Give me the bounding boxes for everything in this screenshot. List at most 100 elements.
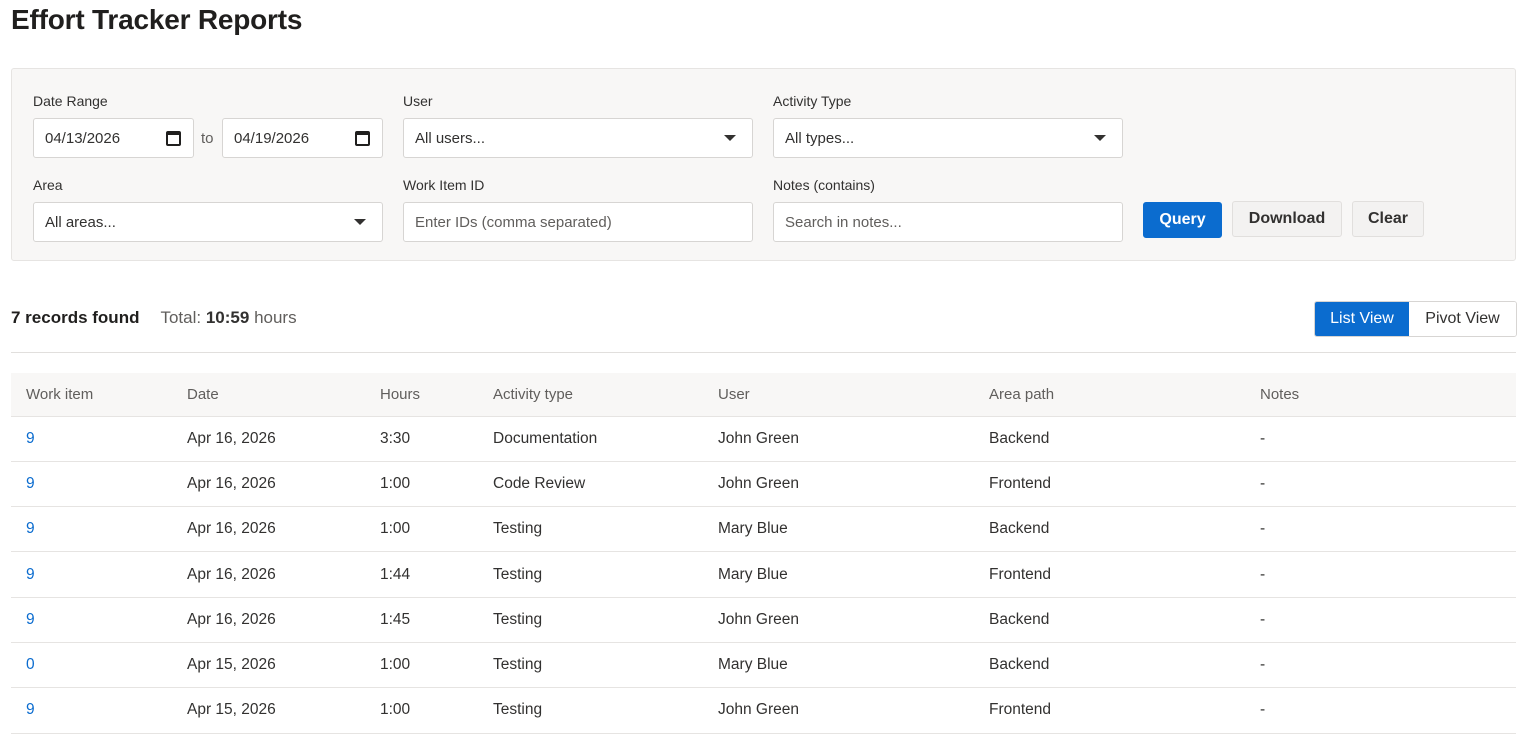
user-cell: Mary Blue xyxy=(703,642,974,689)
notes-cell: - xyxy=(1245,597,1516,643)
area-path-cell: Backend xyxy=(974,642,1245,689)
date-cell: Apr 16, 2026 xyxy=(172,597,365,643)
activity-type-select[interactable]: All types... xyxy=(773,118,1123,158)
download-button[interactable]: Download xyxy=(1232,201,1342,237)
notes-search-placeholder: Search in notes... xyxy=(785,213,902,231)
notes-search-input[interactable]: Search in notes... xyxy=(773,202,1123,242)
column-header[interactable]: Date xyxy=(172,373,365,417)
date-cell: Apr 16, 2026 xyxy=(172,461,365,508)
area-path-cell: Frontend xyxy=(974,687,1245,734)
column-header[interactable]: Hours xyxy=(365,373,478,417)
date-cell: Apr 16, 2026 xyxy=(172,551,365,598)
area-path-cell: Frontend xyxy=(974,551,1245,598)
work-item-link[interactable]: 9 xyxy=(11,551,172,598)
activity-type-select-value: All types... xyxy=(785,129,855,147)
date-range-separator: to xyxy=(201,130,214,147)
notes-cell: - xyxy=(1245,687,1516,734)
table-row: 9 Apr 15, 2026 1:00 Testing John Green F… xyxy=(11,687,1516,734)
area-select-value: All areas... xyxy=(45,213,116,231)
hours-cell: 1:45 xyxy=(365,597,478,643)
column-header[interactable]: Activity type xyxy=(478,373,703,417)
query-button[interactable]: Query xyxy=(1143,202,1222,238)
table-row: 9 Apr 16, 2026 1:00 Code Review John Gre… xyxy=(11,461,1516,508)
work-item-link[interactable]: 9 xyxy=(11,461,172,508)
date-cell: Apr 15, 2026 xyxy=(172,687,365,734)
activity-type-cell: Documentation xyxy=(478,416,703,462)
column-header[interactable]: Work item xyxy=(11,373,172,417)
activity-type-cell: Testing xyxy=(478,597,703,643)
table-row: 0 Apr 15, 2026 1:00 Testing Mary Blue Ba… xyxy=(11,642,1516,689)
work-item-link[interactable]: 9 xyxy=(11,687,172,734)
user-cell: Mary Blue xyxy=(703,551,974,598)
divider xyxy=(11,352,1516,353)
chevron-down-icon xyxy=(1094,135,1106,141)
table-header-row: Work item Date Hours Activity type User … xyxy=(11,373,1516,417)
area-label: Area xyxy=(33,177,63,193)
area-path-cell: Backend xyxy=(974,597,1245,643)
area-path-cell: Backend xyxy=(974,416,1245,462)
work-item-link[interactable]: 9 xyxy=(11,416,172,462)
table-row: 9 Apr 16, 2026 1:44 Testing Mary Blue Fr… xyxy=(11,551,1516,598)
user-label: User xyxy=(403,93,433,109)
area-select[interactable]: All areas... xyxy=(33,202,383,242)
hours-cell: 3:30 xyxy=(365,416,478,462)
filter-panel: Date Range 04/13/2026 to 04/19/2026 User… xyxy=(11,68,1516,261)
activity-type-label: Activity Type xyxy=(773,93,852,109)
results-summary: 7 records found Total: 10:59 hours xyxy=(11,308,297,328)
work-item-link[interactable]: 9 xyxy=(11,597,172,643)
activity-type-cell: Testing xyxy=(478,551,703,598)
total-unit: hours xyxy=(254,308,297,327)
chevron-down-icon xyxy=(354,219,366,225)
notes-cell: - xyxy=(1245,551,1516,598)
activity-type-cell: Testing xyxy=(478,687,703,734)
calendar-icon[interactable] xyxy=(166,131,181,146)
column-header[interactable]: User xyxy=(703,373,974,417)
results-table: Work item Date Hours Activity type User … xyxy=(11,373,1516,734)
user-cell: John Green xyxy=(703,461,974,508)
notes-cell: - xyxy=(1245,416,1516,462)
work-item-id-input[interactable]: Enter IDs (comma separated) xyxy=(403,202,753,242)
total-hours: Total: 10:59 hours xyxy=(160,308,296,328)
notes-cell: - xyxy=(1245,461,1516,508)
chevron-down-icon xyxy=(724,135,736,141)
notes-cell: - xyxy=(1245,506,1516,553)
hours-cell: 1:00 xyxy=(365,687,478,734)
total-label: Total: xyxy=(160,308,202,327)
date-to-value: 04/19/2026 xyxy=(234,129,310,147)
hours-cell: 1:00 xyxy=(365,642,478,689)
date-range-label: Date Range xyxy=(33,93,108,109)
date-cell: Apr 15, 2026 xyxy=(172,642,365,689)
date-to-input[interactable]: 04/19/2026 xyxy=(222,118,383,158)
column-header[interactable]: Area path xyxy=(974,373,1245,417)
table-row: 9 Apr 16, 2026 1:45 Testing John Green B… xyxy=(11,597,1516,643)
activity-type-cell: Testing xyxy=(478,506,703,553)
activity-type-cell: Code Review xyxy=(478,461,703,508)
view-toggle: List View Pivot View xyxy=(1314,301,1517,337)
user-select[interactable]: All users... xyxy=(403,118,753,158)
user-cell: Mary Blue xyxy=(703,506,974,553)
work-item-link[interactable]: 0 xyxy=(11,642,172,689)
date-cell: Apr 16, 2026 xyxy=(172,416,365,462)
list-view-button[interactable]: List View xyxy=(1315,302,1409,336)
date-from-value: 04/13/2026 xyxy=(45,129,121,147)
user-select-value: All users... xyxy=(415,129,486,147)
work-item-id-label: Work Item ID xyxy=(403,177,485,193)
area-path-cell: Backend xyxy=(974,506,1245,553)
user-cell: John Green xyxy=(703,416,974,462)
date-cell: Apr 16, 2026 xyxy=(172,506,365,553)
clear-button[interactable]: Clear xyxy=(1352,201,1424,237)
date-from-input[interactable]: 04/13/2026 xyxy=(33,118,194,158)
pivot-view-button[interactable]: Pivot View xyxy=(1409,302,1516,336)
hours-cell: 1:00 xyxy=(365,461,478,508)
table-row: 9 Apr 16, 2026 1:00 Testing Mary Blue Ba… xyxy=(11,506,1516,553)
work-item-link[interactable]: 9 xyxy=(11,506,172,553)
hours-cell: 1:00 xyxy=(365,506,478,553)
record-count: 7 records found xyxy=(11,308,140,327)
column-header[interactable]: Notes xyxy=(1245,373,1516,417)
activity-type-cell: Testing xyxy=(478,642,703,689)
calendar-icon[interactable] xyxy=(355,131,370,146)
notes-label: Notes (contains) xyxy=(773,177,875,193)
work-item-id-placeholder: Enter IDs (comma separated) xyxy=(415,213,612,231)
user-cell: John Green xyxy=(703,687,974,734)
area-path-cell: Frontend xyxy=(974,461,1245,508)
